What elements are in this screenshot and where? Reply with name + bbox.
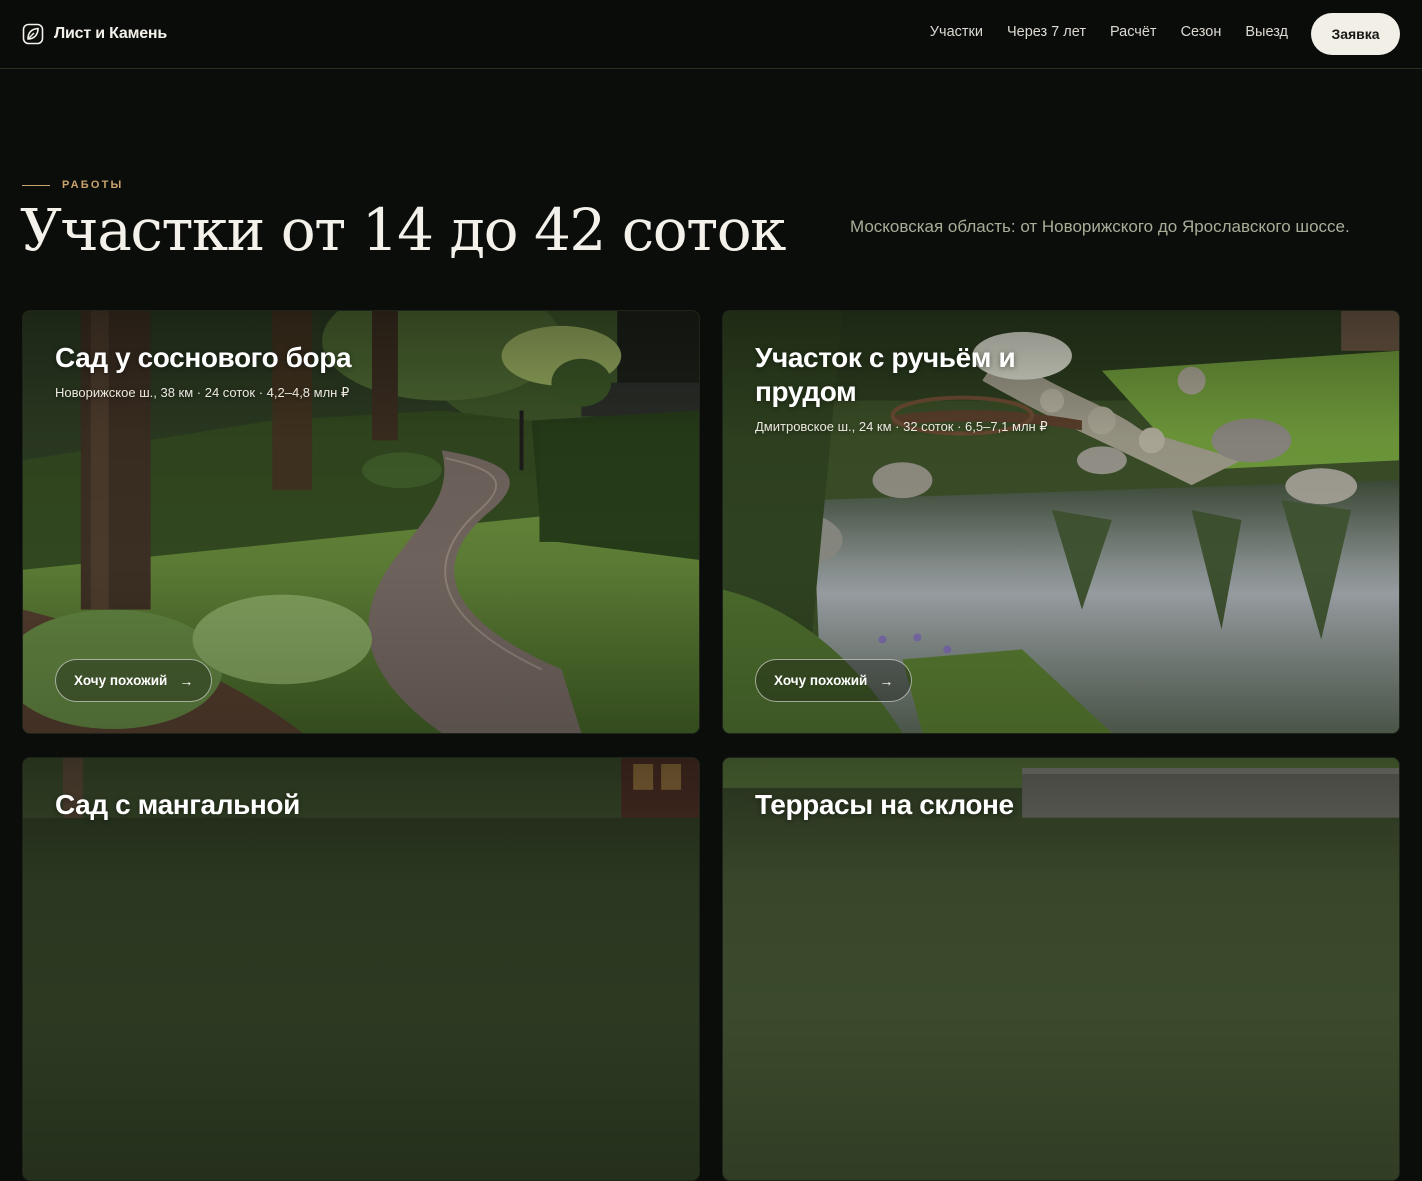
project-card-slope-terraces[interactable]: Террасы на склоне — [722, 757, 1400, 1181]
project-card-stream-pond[interactable]: Участок с ручьём и прудом Дмитровское ш.… — [722, 310, 1400, 734]
card-meta: Дмитровское ш., 24 км · 32 соток · 6,5–7… — [755, 419, 1048, 434]
project-card-bbq-garden[interactable]: Сад с мангальной — [22, 757, 700, 1181]
site-header: Лист и Камень Участки Через 7 лет Расчёт… — [0, 0, 1422, 69]
request-button[interactable]: Заявка — [1311, 13, 1400, 55]
card-title: Сад с мангальной — [55, 789, 300, 820]
page-subtitle: Московская область: от Новорижского до Я… — [850, 217, 1350, 236]
nav-item-in-7-years[interactable]: Через 7 лет — [1007, 24, 1086, 40]
brand-logo[interactable]: Лист и Камень — [22, 22, 167, 46]
nav-item-visit[interactable]: Выезд — [1245, 24, 1288, 40]
section-eyebrow: РАБОТЫ — [22, 179, 123, 191]
card-title: Участок с ручьём и прудом — [755, 342, 1016, 407]
button-label: Хочу похожий — [74, 673, 168, 688]
nav-item-plots[interactable]: Участки — [930, 24, 983, 40]
eyebrow-line — [22, 184, 50, 186]
button-label: Хочу похожий — [774, 673, 868, 688]
eyebrow-label: РАБОТЫ — [62, 179, 124, 191]
nav-item-calculation[interactable]: Расчёт — [1110, 24, 1157, 40]
arrow-right-icon: → — [879, 672, 894, 689]
card-meta: Новорижское ш., 38 км · 24 соток · 4,2–4… — [55, 385, 350, 400]
main-nav: Участки Через 7 лет Расчёт Сезон Выезд — [930, 24, 1288, 40]
arrow-right-icon: → — [179, 672, 194, 689]
card-title: Сад у соснового бора — [55, 342, 352, 373]
brand-name: Лист и Камень — [54, 25, 168, 42]
nav-item-season[interactable]: Сезон — [1181, 24, 1222, 40]
project-card-pine-garden[interactable]: Сад у соснового бора Новорижское ш., 38 … — [22, 310, 700, 734]
page-title: Участки от 14 до 42 соток — [20, 196, 786, 264]
want-similar-button[interactable]: Хочу похожий → — [55, 659, 213, 702]
leaf-icon — [22, 23, 44, 45]
card-title: Террасы на склоне — [755, 789, 1014, 820]
want-similar-button[interactable]: Хочу похожий → — [755, 659, 913, 702]
